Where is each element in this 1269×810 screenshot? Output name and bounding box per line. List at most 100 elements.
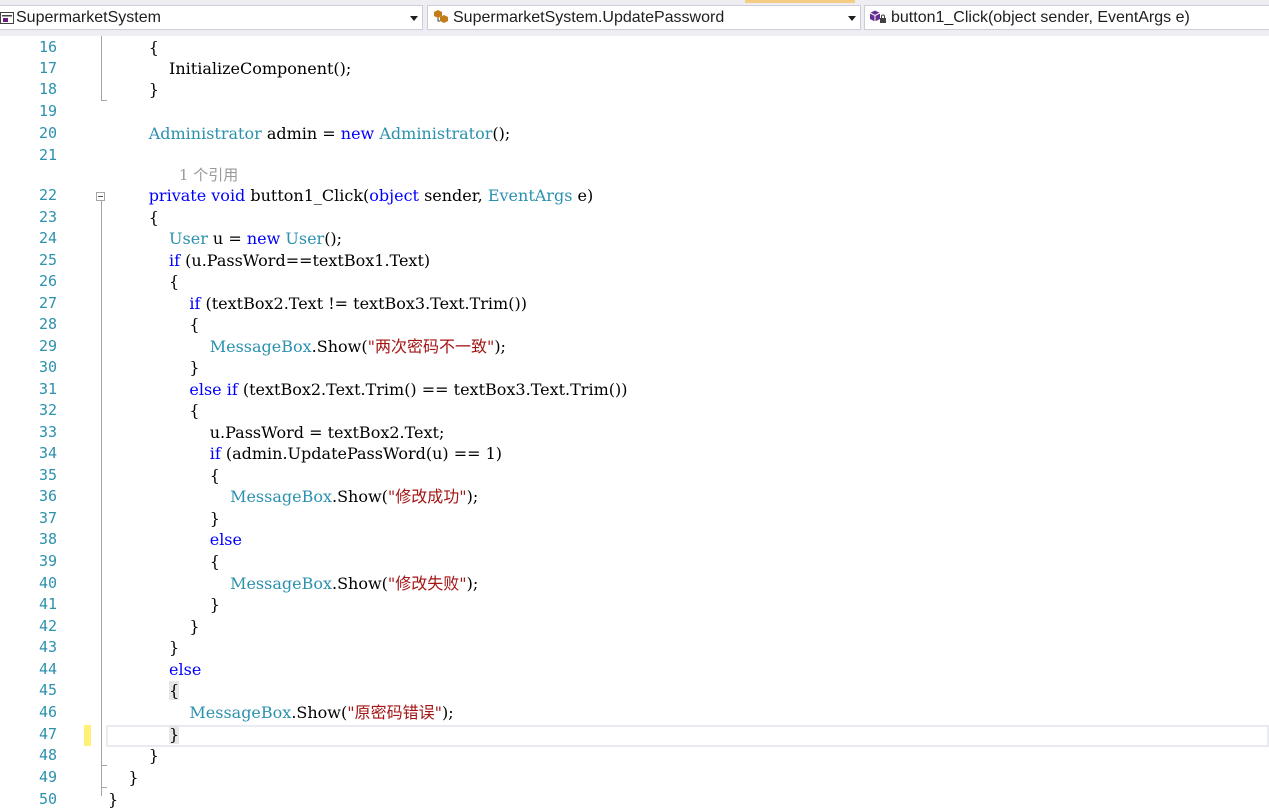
code-line[interactable]: } (108, 616, 199, 637)
line-number: 31 (38, 380, 57, 398)
keyword-token: if (169, 251, 181, 270)
type-token: Administrator (379, 124, 493, 143)
line-number: 35 (38, 466, 57, 484)
code-line[interactable]: MessageBox.Show("修改失败"); (108, 573, 478, 594)
code-line[interactable]: else if (textBox2.Text.Trim() == textBox… (108, 379, 627, 400)
line-number: 40 (38, 574, 57, 592)
code-line[interactable]: private void button1_Click(object sender… (108, 185, 594, 206)
class-icon (434, 10, 448, 23)
keyword-token: void (211, 186, 246, 205)
code-token: } (108, 595, 220, 614)
code-line[interactable]: { (108, 314, 199, 335)
code-token: (textBox2.Text != textBox3.Text.Trim()) (200, 294, 527, 313)
dropdown-arrow-icon (410, 16, 418, 21)
line-number: 30 (38, 358, 57, 376)
code-token: u.PassWord = textBox2.Text; (108, 423, 445, 442)
line-number: 37 (38, 509, 57, 527)
code-line[interactable]: { (108, 207, 159, 228)
code-line[interactable]: if (textBox2.Text != textBox3.Text.Trim(… (108, 293, 527, 314)
line-number: 28 (38, 315, 57, 333)
code-line[interactable]: MessageBox.Show("修改成功"); (108, 486, 478, 507)
class-name: SupermarketSystem.UpdatePassword (453, 9, 725, 26)
code-line[interactable]: } (108, 594, 220, 615)
line-number: 48 (38, 746, 57, 764)
code-line[interactable]: if (admin.UpdatePassWord(u) == 1) (108, 443, 502, 464)
code-line[interactable]: } (108, 724, 180, 745)
code-line[interactable]: { (108, 551, 220, 572)
type-token: User (285, 229, 325, 248)
code-editor[interactable]: 16 17 18 19 20 21 22 23 24 25 26 27 28 29 30 31 32 33 34 35… (0, 36, 1269, 809)
code-line[interactable]: u.PassWord = textBox2.Text; (108, 422, 445, 443)
code-line[interactable]: { (108, 37, 159, 58)
csharp-project-icon (0, 12, 14, 24)
code-line[interactable]: } (108, 357, 199, 378)
line-number: 44 (38, 660, 57, 678)
code-line[interactable]: } (108, 789, 118, 810)
code-lens-references[interactable]: 1 个引用 (179, 165, 238, 186)
code-line[interactable]: { (108, 465, 220, 486)
code-line[interactable]: MessageBox.Show("原密码错误"); (108, 702, 453, 723)
code-token: .Show( (311, 337, 368, 356)
code-line[interactable]: MessageBox.Show("两次密码不一致"); (108, 336, 506, 357)
active-tab-edge[interactable] (745, 0, 855, 3)
type-token: MessageBox (230, 574, 332, 593)
code-line[interactable]: if (u.PassWord==textBox1.Text) (108, 250, 430, 271)
keyword-token: new (246, 229, 281, 248)
line-number: 50 (38, 790, 57, 808)
keyword-token: if (189, 294, 201, 313)
line-number: 46 (38, 703, 57, 721)
line-number: 43 (38, 638, 57, 656)
code-line[interactable]: { (108, 400, 199, 421)
code-line[interactable]: { (108, 680, 180, 701)
code-token: button1_Click( (245, 186, 370, 205)
code-line[interactable]: User u = new User(); (108, 228, 342, 249)
code-token: e) (572, 186, 594, 205)
collapse-region-icon[interactable] (96, 192, 105, 201)
line-number: 25 (38, 251, 57, 269)
line-number: 38 (38, 530, 57, 548)
code-line[interactable]: } (108, 637, 179, 658)
code-token: .Show( (332, 574, 388, 593)
outline-guide (101, 765, 102, 796)
change-marker (84, 725, 91, 746)
code-token: .Show( (332, 487, 388, 506)
line-number: 27 (38, 294, 57, 312)
code-token: (); (324, 229, 343, 248)
code-line[interactable]: else (108, 659, 201, 680)
type-token: User (169, 229, 208, 248)
string-token: "原密码错误" (347, 703, 442, 722)
code-line[interactable]: } (108, 767, 138, 788)
outline-guide (101, 36, 102, 100)
code-token: } (108, 509, 220, 528)
code-token: } (108, 80, 159, 99)
code-line[interactable]: } (108, 508, 220, 529)
code-line[interactable]: InitializeComponent(); (108, 58, 351, 79)
code-line[interactable]: } (108, 79, 159, 100)
code-token: sender, (418, 186, 488, 205)
class-dropdown[interactable]: SupermarketSystem.UpdatePassword (427, 5, 861, 30)
string-token: "修改成功" (387, 487, 467, 506)
outline-guide (101, 201, 102, 765)
code-token: ); (494, 337, 506, 356)
code-line[interactable]: Administrator admin = new Administrator(… (108, 123, 511, 144)
member-dropdown[interactable]: button1_Click(object sender, EventArgs e… (864, 5, 1269, 30)
code-line[interactable]: { (108, 271, 179, 292)
code-line[interactable]: } (108, 745, 159, 766)
line-number: 47 (38, 725, 57, 743)
line-number: 42 (38, 617, 57, 635)
code-line[interactable]: else (108, 529, 242, 550)
project-dropdown[interactable]: SupermarketSystem (0, 5, 423, 30)
line-number: 23 (38, 208, 57, 226)
code-token: { (108, 272, 180, 291)
matched-brace: { (169, 681, 180, 700)
